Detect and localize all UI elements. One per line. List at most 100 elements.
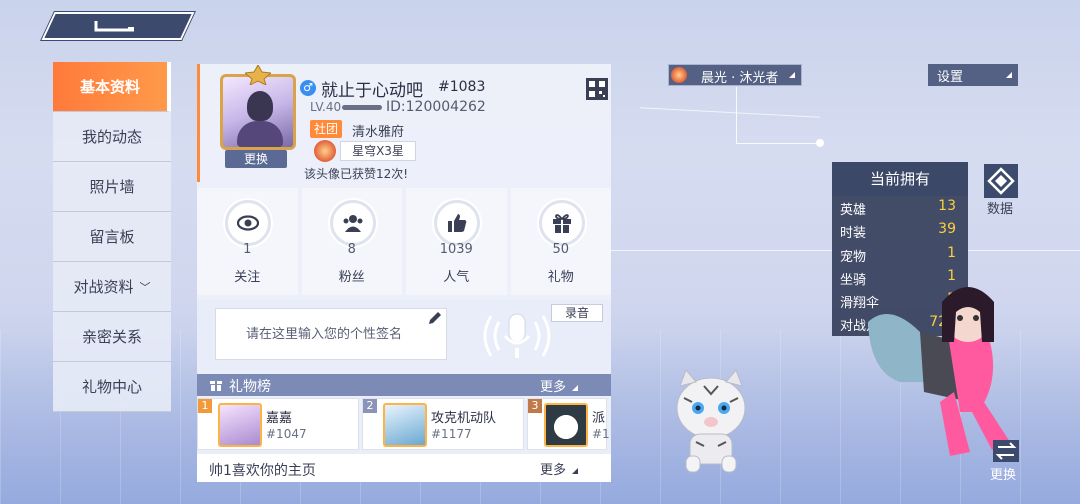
club-badge: 社团 <box>310 120 342 138</box>
back-arrow-icon <box>94 21 134 32</box>
data-label: 数据 <box>987 202 1014 217</box>
nav-item-battle-info[interactable]: 对战资料 ﹀ <box>53 262 171 312</box>
nav-item-label: 亲密关系 <box>81 328 142 346</box>
profile-card: 更换 ♂ 就止于心动吧 #1083 LV.40 ID:120004262 社团 … <box>197 64 611 482</box>
gift-board-header: 礼物榜 更多 <box>197 374 611 396</box>
user-id: ID:120004262 <box>386 99 486 115</box>
stat-fans[interactable]: 8 粉丝 <box>301 188 402 295</box>
profile-header: 更换 ♂ 就止于心动吧 #1083 LV.40 ID:120004262 社团 … <box>197 64 611 182</box>
player-character[interactable] <box>860 262 1020 462</box>
nav-item-my-feed[interactable]: 我的动态 <box>53 112 171 162</box>
nav-item-label: 我的动态 <box>81 128 142 146</box>
visitor-like-row: 帅1喜欢你的主页 更多 <box>197 454 611 482</box>
owned-key: 时装 <box>840 226 867 242</box>
level-bar <box>342 105 382 110</box>
rank-label: 星穹X3星 <box>340 141 416 161</box>
dropdown-arrow-icon <box>1006 72 1012 78</box>
title-text: 晨光 · 沐光者 <box>701 71 779 86</box>
chevron-down-icon: ﹀ <box>139 280 151 294</box>
avatar <box>383 403 427 447</box>
connector-line <box>736 87 737 143</box>
owned-title: 当前拥有 <box>832 162 968 196</box>
gift-board-item[interactable]: 3 派 #1 <box>527 398 610 450</box>
rank-star-icon <box>314 140 336 162</box>
eye-icon <box>225 200 271 246</box>
nav-item-basic-info[interactable]: 基本资料 <box>53 62 171 112</box>
crest-icon <box>245 65 271 85</box>
nav-item-relationships[interactable]: 亲密关系 <box>53 312 171 362</box>
avatar <box>218 403 262 447</box>
gift-sender-id: #1177 <box>431 427 472 441</box>
background-line <box>640 107 820 118</box>
stat-gifts[interactable]: 50 礼物 <box>510 188 611 295</box>
stat-count: 1 <box>243 242 252 257</box>
title-dropdown[interactable]: 晨光 · 沐光者 <box>668 64 802 86</box>
owned-value: 39 <box>938 221 956 238</box>
owned-value: 1 <box>947 244 956 261</box>
nav-item-photo-wall[interactable]: 照片墙 <box>53 162 171 212</box>
gift-board-item[interactable]: 2 攻克机动队 #1177 <box>362 398 524 450</box>
avatar <box>544 403 588 447</box>
visitor-like-text: 帅1喜欢你的主页 <box>209 463 316 479</box>
pet-tiger-cub[interactable] <box>668 366 754 476</box>
settings-label: 设置 <box>937 70 964 85</box>
nav-item-message-board[interactable]: 留言板 <box>53 212 171 262</box>
stat-popularity[interactable]: 1039 人气 <box>406 188 507 295</box>
stats-row: 1 关注 8 粉丝 1039 人气 50 礼物 <box>197 188 611 295</box>
connector-dot <box>816 139 824 147</box>
swap-icon <box>995 442 1017 460</box>
owned-value: 13 <box>938 198 956 214</box>
data-button[interactable] <box>984 164 1018 198</box>
back-button[interactable] <box>41 12 195 40</box>
gift-icon <box>538 200 585 246</box>
stat-label: 关注 <box>234 270 261 285</box>
signature-area: 请在这里输入您的个性签名 录音 <box>197 300 611 372</box>
avatar[interactable] <box>220 65 296 150</box>
gift-board-more-button[interactable]: 更多 <box>540 376 579 395</box>
connector-line <box>736 143 820 144</box>
swap-button[interactable] <box>993 440 1019 462</box>
rank-number: 1 <box>198 399 212 413</box>
nav-item-label: 礼物中心 <box>81 378 142 396</box>
title-emblem-icon <box>671 67 687 83</box>
thumbs-up-icon <box>434 200 480 246</box>
stat-label: 礼物 <box>547 270 574 285</box>
gift-sender-id: #1047 <box>266 427 307 441</box>
male-icon: ♂ <box>300 80 316 96</box>
change-avatar-button[interactable]: 更换 <box>225 150 287 168</box>
level-text: LV.40 <box>310 100 342 114</box>
stat-count: 1039 <box>439 242 473 257</box>
gift-board-title: 礼物榜 <box>229 379 271 395</box>
qr-code-icon[interactable] <box>586 78 608 100</box>
rank-number: 3 <box>528 399 542 413</box>
owned-row: 时装 39 <box>832 219 968 242</box>
stat-label: 人气 <box>443 270 470 285</box>
stat-count: 8 <box>347 242 356 257</box>
more-label: 更多 <box>540 380 567 395</box>
owned-key: 英雄 <box>840 203 867 218</box>
microphone-icon[interactable] <box>477 306 557 366</box>
gift-board-item[interactable]: 1 嘉嘉 #1047 <box>197 398 359 450</box>
stat-following[interactable]: 1 关注 <box>197 188 298 295</box>
rank-number: 2 <box>363 399 377 413</box>
more-label: 更多 <box>540 463 567 478</box>
gift-sender-id: #1 <box>592 427 610 441</box>
record-button[interactable]: 录音 <box>551 304 603 322</box>
gift-icon <box>210 381 222 391</box>
dropdown-arrow-icon <box>789 72 795 78</box>
nav-item-gift-center[interactable]: 礼物中心 <box>53 362 171 412</box>
pencil-icon[interactable] <box>427 310 443 326</box>
nav-item-label: 照片墙 <box>89 178 135 196</box>
side-nav: 基本资料 我的动态 照片墙 留言板 对战资料 ﹀ 亲密关系 礼物中心 <box>53 62 171 412</box>
visitor-more-button[interactable]: 更多 <box>540 459 579 478</box>
nav-item-label: 留言板 <box>89 228 135 246</box>
avatar-likes-note: 该头像已获赞12次! <box>304 167 409 181</box>
signature-input[interactable]: 请在这里输入您的个性签名 <box>215 308 447 360</box>
nav-item-label: 基本资料 <box>79 78 140 96</box>
nickname: 就止于心动吧 <box>321 81 423 101</box>
club-name[interactable]: 清水雅府 <box>352 121 404 140</box>
owned-row: 英雄 13 <box>832 196 968 219</box>
settings-dropdown[interactable]: 设置 <box>928 64 1018 86</box>
data-diamond-icon <box>987 167 1015 195</box>
gift-sender-name: 嘉嘉 <box>266 411 293 426</box>
